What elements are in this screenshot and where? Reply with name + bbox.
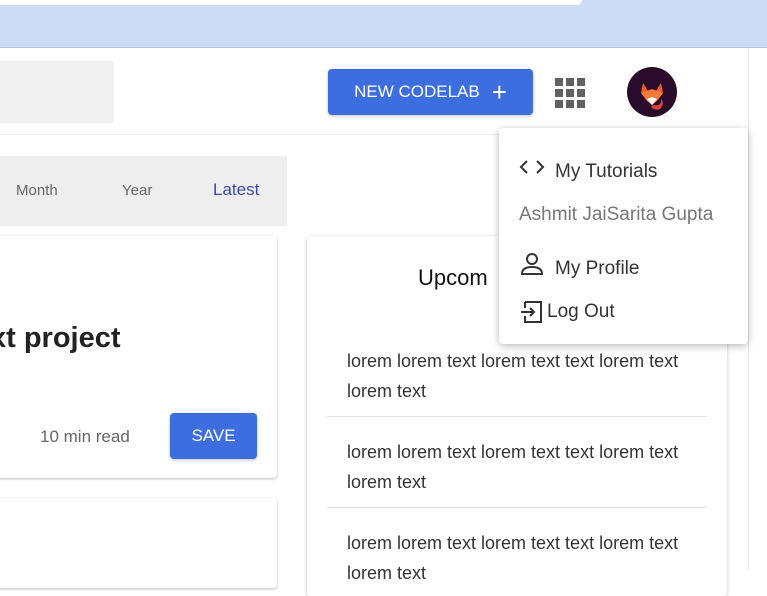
panel-title: Upcom: [418, 265, 488, 290]
person-icon: [520, 253, 544, 275]
article-card[interactable]: xt project 10 min read SAVE: [0, 236, 277, 478]
logout-icon: [521, 301, 542, 323]
menu-item-my-tutorials[interactable]: My Tutorials: [519, 151, 657, 183]
search-box[interactable]: [0, 61, 114, 123]
menu-item-log-out[interactable]: Log Out: [519, 299, 615, 325]
filter-bar: Month Year Latest: [0, 156, 287, 226]
user-dropdown-menu: My Tutorials Ashmit JaiSarita Gupta My P…: [499, 128, 748, 344]
read-time: 10 min read: [40, 427, 130, 446]
list-item[interactable]: lorem lorem text lorem text text lorem t…: [327, 336, 707, 417]
user-name: Ashmit JaiSarita Gupta: [519, 204, 714, 225]
menu-label: Log Out: [547, 301, 615, 322]
browser-tab[interactable]: [0, 0, 582, 5]
save-button[interactable]: SAVE: [170, 413, 257, 459]
list-item[interactable]: lorem lorem text lorem text text lorem t…: [327, 427, 707, 508]
apps-grid-icon[interactable]: [555, 78, 585, 108]
app-header: NEW CODELAB +: [0, 48, 748, 135]
scrollbar-gutter: [748, 48, 767, 570]
code-icon: [519, 160, 545, 174]
menu-label: My Tutorials: [555, 161, 658, 182]
new-codelab-button[interactable]: NEW CODELAB +: [328, 69, 533, 115]
menu-label: My Profile: [555, 258, 640, 279]
article-card[interactable]: [0, 498, 277, 588]
plus-icon: +: [491, 77, 507, 107]
fox-avatar-icon: [641, 83, 663, 110]
user-avatar[interactable]: [627, 67, 677, 117]
filter-latest[interactable]: Latest: [213, 180, 259, 200]
card-title: xt project: [0, 322, 121, 354]
filter-month[interactable]: Month: [16, 182, 58, 199]
menu-item-my-profile[interactable]: My Profile: [519, 248, 639, 280]
browser-bar: [0, 0, 767, 48]
list-item[interactable]: lorem lorem text lorem text text lorem t…: [327, 518, 707, 596]
filter-year[interactable]: Year: [122, 182, 152, 199]
new-codelab-label: NEW CODELAB: [354, 82, 480, 101]
